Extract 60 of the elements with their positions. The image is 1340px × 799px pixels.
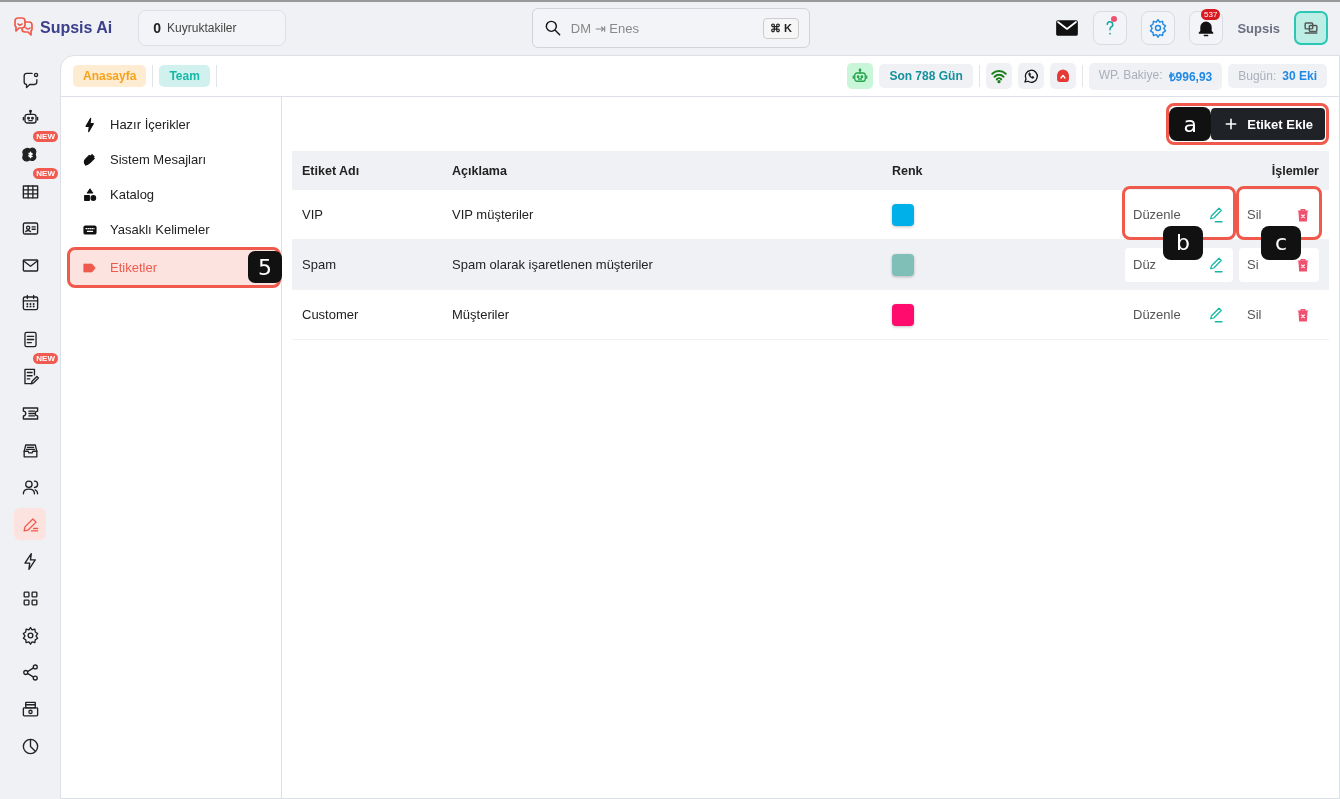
column-header: Açıklama xyxy=(442,151,882,190)
add-tag-button[interactable]: Etiket Ekle xyxy=(1211,108,1325,140)
chat-bubble-icon xyxy=(20,70,40,90)
column-header: Renk xyxy=(882,151,968,190)
shapes-icon xyxy=(82,186,98,203)
robot-icon xyxy=(20,107,40,127)
table-cell: VIP xyxy=(292,190,442,240)
table-cell: VIP müşteriler xyxy=(442,190,882,240)
edit-button[interactable]: Düzenle xyxy=(1133,307,1181,322)
balance-label: WP. Bakiye: xyxy=(1098,67,1163,84)
date-value: 30 Eki xyxy=(1282,69,1317,83)
pie-chart-icon xyxy=(20,736,40,756)
share-icon xyxy=(20,662,40,682)
grid-icon xyxy=(20,588,40,608)
help-button[interactable] xyxy=(1093,11,1128,45)
settings-menu-item[interactable]: Hazır İçerikler xyxy=(67,107,281,142)
new-badge: NEW xyxy=(33,168,58,179)
settings-menu-item[interactable]: Yasaklı Kelimeler xyxy=(67,212,281,247)
table-cell: Spam xyxy=(292,239,442,290)
edit-button[interactable]: Düzenle xyxy=(1133,207,1181,222)
table-cell: Müşteriler xyxy=(442,289,882,340)
callout-marker: a xyxy=(1169,107,1212,141)
table-cell: Spam olarak işaretlenen müşteriler xyxy=(442,239,882,290)
delete-button[interactable]: Si xyxy=(1247,257,1259,272)
settings-button[interactable] xyxy=(1141,11,1176,45)
settings-icon xyxy=(20,625,40,645)
users-icon xyxy=(20,477,40,497)
user-name: Supsis xyxy=(1237,20,1280,36)
trash-icon[interactable] xyxy=(1295,256,1311,273)
search-bar[interactable]: DM ⇥ Enes ⌘ K xyxy=(531,8,810,48)
new-badge: NEW xyxy=(33,131,58,142)
cash-register-icon xyxy=(20,699,40,719)
notification-count: 537 xyxy=(1201,9,1221,20)
shortcut-key: ⌘ K xyxy=(762,17,799,39)
notifications-button[interactable]: 537 xyxy=(1189,11,1224,45)
new-badge: NEW xyxy=(33,353,58,364)
settings-icon xyxy=(1148,18,1169,38)
callout-marker: b xyxy=(1163,225,1203,260)
brand-name: Supsis Ai xyxy=(40,19,113,37)
queue-count: 0 xyxy=(153,20,162,36)
settings-menu-item[interactable]: Etiketler 5 xyxy=(67,247,281,288)
days-remaining: Son 788 Gün xyxy=(879,64,973,88)
callout-marker: c xyxy=(1261,225,1301,260)
avatar[interactable] xyxy=(1294,11,1328,45)
date-label: Bugün: xyxy=(1238,69,1277,83)
delete-button[interactable]: Sil xyxy=(1247,307,1262,322)
settings-menu-item[interactable]: Sistem Mesajları xyxy=(67,142,281,177)
queue-counter[interactable]: 0 Kuyruktakiler xyxy=(138,10,287,46)
delete-button[interactable]: Sil xyxy=(1247,207,1262,222)
table-cell: Customer xyxy=(292,289,442,340)
balance-value: ₺996,93 xyxy=(1168,68,1213,85)
column-header: İşlemler xyxy=(967,151,1329,190)
warning-icon xyxy=(1054,68,1071,84)
calendar-icon xyxy=(20,292,40,312)
column-header: Etiket Adı xyxy=(292,151,442,190)
callout-marker: 5 xyxy=(248,251,282,283)
search-field[interactable]: DM ⇥ Enes xyxy=(568,19,757,37)
edit-button[interactable]: Düz xyxy=(1133,257,1157,272)
queue-label: Kuyruktakiler xyxy=(167,21,237,35)
settings-menu-item[interactable]: Katalog xyxy=(67,177,281,212)
